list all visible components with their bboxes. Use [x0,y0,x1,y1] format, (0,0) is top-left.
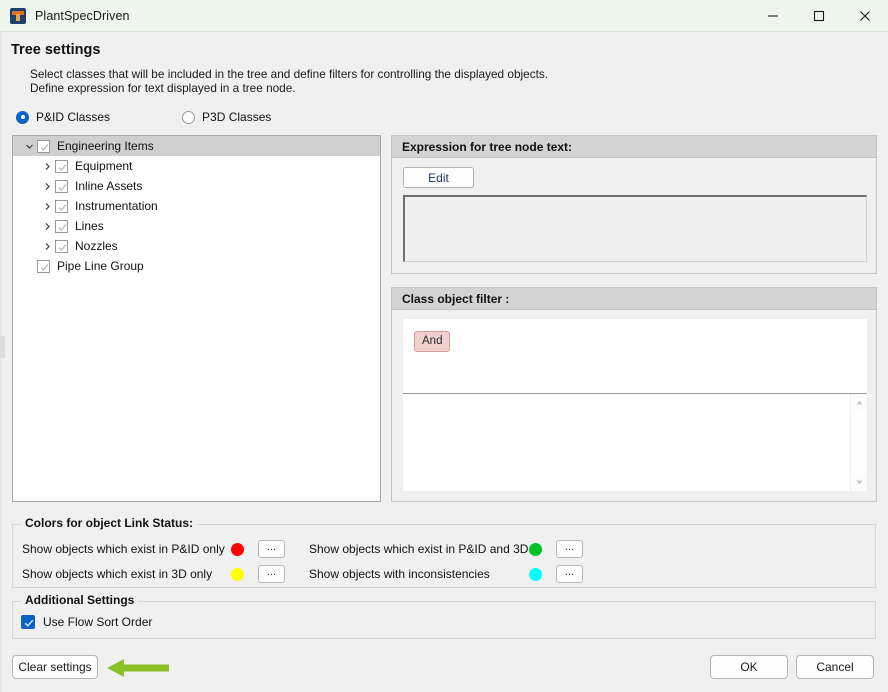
color-swatch-red [231,542,244,556]
color-row-label: Show objects which exist in P&ID only [22,542,225,556]
radio-p3d-classes[interactable]: P3D Classes [182,110,271,124]
chevron-right-icon[interactable] [39,182,55,191]
ok-button[interactable]: OK [710,655,788,679]
checkbox-checked-disabled-icon[interactable] [37,259,50,273]
edit-button[interactable]: Edit [403,167,474,188]
left-arrow-annotation [107,659,169,677]
tree-row-label: Inline Assets [75,179,143,193]
color-swatch-yellow [231,567,244,581]
expression-textarea[interactable] [403,195,867,262]
window-title: PlantSpecDriven [35,8,130,23]
tree-row[interactable]: Equipment [13,156,380,176]
color-picker-button[interactable]: ... [258,565,285,583]
color-row-3d-only: Show objects which exist in 3D only ... [22,563,285,585]
tree-row-label: Lines [75,219,104,233]
chevron-right-icon[interactable] [39,222,55,231]
checkbox-checked-disabled-icon[interactable] [55,219,68,233]
color-row-label: Show objects with inconsistencies [309,567,490,581]
color-swatch-green [529,542,542,556]
color-picker-button[interactable]: ... [556,565,583,583]
tree-row[interactable]: Lines [13,216,380,236]
color-swatch-cyan [529,567,542,581]
radio-pid-classes-label: P&ID Classes [36,110,111,124]
tree-row[interactable]: Pipe Line Group [13,256,380,276]
tree-row[interactable]: Instrumentation [13,196,380,216]
chevron-right-icon[interactable] [39,242,55,251]
color-row-pid-and-3d: Show objects which exist in P&ID and 3D … [309,538,583,560]
colors-for-link-status-group: Colors for object Link Status: Show obje… [12,516,876,588]
checkbox-checked-disabled-icon[interactable] [55,159,68,173]
class-object-filter-group: Class object filter : And [391,287,877,502]
color-picker-button[interactable]: ... [258,540,285,558]
tree-row-label: Pipe Line Group [57,259,144,273]
additional-settings-group: Additional Settings Use Flow Sort Order [12,593,876,639]
radio-p3d-classes-label: P3D Classes [202,110,272,124]
class-tree-panel[interactable]: Engineering Items Equipment Inline Asset… [12,135,381,502]
app-icon [10,7,26,24]
color-row-label: Show objects which exist in 3D only [22,567,213,581]
checkbox-checked-icon [21,615,35,629]
class-object-filter-title: Class object filter : [392,288,876,310]
window-left-edge [0,32,2,692]
page-description-line-1: Select classes that will be included in … [30,67,549,81]
filter-expression-area[interactable]: And [403,319,867,394]
page-description-line-2: Define expression for text displayed in … [30,81,296,95]
additional-settings-title: Additional Settings [21,593,139,607]
color-row-label: Show objects which exist in P&ID and 3D [309,542,529,556]
edge-artifact [0,336,5,358]
page-title: Tree settings [11,42,101,58]
checkbox-checked-disabled-icon[interactable] [55,199,68,213]
radio-unselected-icon [182,110,196,124]
expression-group-title: Expression for tree node text: [392,136,876,158]
tree-row-label: Instrumentation [75,199,158,213]
chevron-right-icon[interactable] [39,162,55,171]
title-bar: PlantSpecDriven [0,0,888,32]
class-mode-radio-group: P&ID Classes P3D Classes [16,110,271,124]
clear-settings-button[interactable]: Clear settings [12,655,98,679]
checkbox-checked-disabled-icon[interactable] [55,239,68,253]
expression-group: Expression for tree node text: Edit [391,135,877,274]
dialog-window: PlantSpecDriven Tree settings Select cla… [0,0,888,692]
tree-row[interactable]: Nozzles [13,236,380,256]
chevron-down-icon[interactable] [21,142,37,151]
chevron-right-icon[interactable] [39,202,55,211]
color-row-inconsistencies: Show objects with inconsistencies ... [309,563,583,585]
tree-row-label: Nozzles [75,239,118,253]
scroll-down-icon[interactable] [852,475,867,490]
checkbox-use-flow-sort-order[interactable]: Use Flow Sort Order [21,615,152,629]
maximize-icon[interactable] [796,0,842,32]
tree-row-label: Engineering Items [57,139,154,153]
checkbox-checked-disabled-icon[interactable] [37,139,50,153]
colors-group-title: Colors for object Link Status: [21,516,198,530]
color-picker-button[interactable]: ... [556,540,583,558]
tree-row[interactable]: Inline Assets [13,176,380,196]
checkbox-label: Use Flow Sort Order [43,615,153,629]
color-row-pid-only: Show objects which exist in P&ID only ..… [22,538,285,560]
radio-pid-classes[interactable]: P&ID Classes [16,110,110,124]
tree-row[interactable]: Engineering Items [13,136,380,156]
close-icon[interactable] [842,0,888,32]
checkbox-checked-disabled-icon[interactable] [55,179,68,193]
and-operator-badge[interactable]: And [414,331,451,352]
tree-row-label: Equipment [75,159,133,173]
minimize-icon[interactable] [750,0,796,32]
scroll-up-icon[interactable] [852,395,867,410]
filter-scrollbar[interactable] [850,394,867,491]
cancel-button[interactable]: Cancel [796,655,874,679]
radio-selected-icon [16,110,29,124]
filter-result-list[interactable] [403,394,867,491]
